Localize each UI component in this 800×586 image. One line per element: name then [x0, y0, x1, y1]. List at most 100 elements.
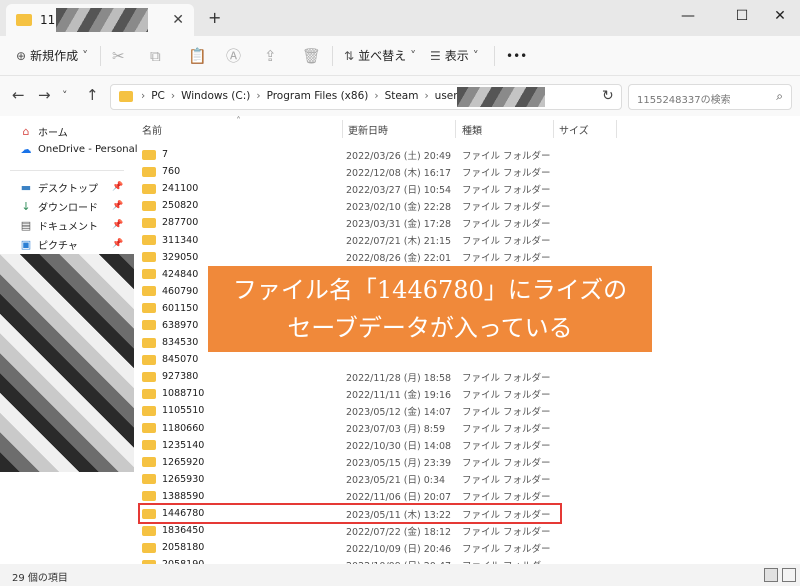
tab-close-icon[interactable]: ✕ — [172, 12, 184, 28]
table-row[interactable]: 1105510 2023/05/12 (金) 14:07 ファイル フォルダー — [140, 402, 560, 419]
pin-icon[interactable]: 📌 — [112, 201, 123, 211]
table-row[interactable]: 287700 2023/03/31 (金) 17:28 ファイル フォルダー — [140, 214, 560, 231]
chevron-right-icon: › — [374, 90, 379, 102]
file-type: ファイル フォルダー — [462, 201, 551, 213]
breadcrumb-item[interactable]: PC — [151, 90, 165, 102]
title-bar: 115 ✕ + — ☐ ✕ — [0, 0, 800, 36]
forward-icon[interactable]: → — [38, 86, 51, 104]
search-input[interactable]: 1155248337の検索 ⌕ — [628, 84, 792, 110]
maximize-button[interactable]: ☐ — [722, 4, 762, 28]
sidebar-item-pictures[interactable]: ▣ ピクチャ 📌 — [20, 235, 123, 253]
table-row[interactable]: 1265920 2023/05/15 (月) 23:39 ファイル フォルダー — [140, 454, 560, 471]
search-icon: ⌕ — [776, 89, 783, 103]
file-type: ファイル フォルダー — [462, 236, 551, 248]
back-icon[interactable]: ← — [12, 86, 25, 104]
file-date: 2022/07/21 (木) 21:15 — [346, 236, 452, 248]
new-button-label: 新規作成 — [30, 49, 79, 63]
file-date: 2023/05/12 (金) 14:07 — [346, 406, 452, 418]
sort-icon: ⇅ — [344, 49, 355, 63]
table-row[interactable]: 1235140 2022/10/30 (日) 14:08 ファイル フォルダー — [140, 437, 560, 454]
table-row[interactable]: 1088710 2022/11/11 (金) 19:16 ファイル フォルダー — [140, 385, 560, 402]
table-row[interactable]: 241100 2022/03/27 (日) 10:54 ファイル フォルダー — [140, 180, 560, 197]
table-row[interactable]: 927380 2022/11/28 (月) 18:58 ファイル フォルダー — [140, 368, 560, 385]
recent-locations-icon[interactable]: ˅ — [62, 89, 68, 102]
table-row[interactable]: 1180660 2023/07/03 (月) 8:59 ファイル フォルダー — [140, 420, 560, 437]
file-name: 7 — [162, 149, 169, 161]
view-icon: ☰ — [430, 49, 441, 63]
search-placeholder: 1155248337の検索 — [637, 95, 731, 106]
file-name: 1836450 — [162, 525, 205, 537]
table-row[interactable]: 1265930 2023/05/21 (日) 0:34 ファイル フォルダー — [140, 471, 560, 488]
refresh-icon[interactable]: ↻ — [602, 88, 614, 104]
folder-icon — [142, 542, 156, 553]
sidebar-item-downloads[interactable]: ↓ ダウンロード 📌 — [20, 197, 123, 215]
file-date: 2023/05/21 (日) 0:34 — [346, 475, 446, 487]
column-header-date[interactable]: 更新日時 — [348, 122, 388, 137]
sidebar-item-label: ホーム — [38, 127, 68, 139]
new-button[interactable]: ⊕ 新規作成 ˅ — [16, 44, 92, 68]
pin-icon[interactable]: 📌 — [112, 220, 123, 230]
tab-current[interactable]: 115 ✕ — [6, 4, 194, 36]
column-divider[interactable] — [455, 120, 456, 138]
sort-button[interactable]: ⇅ 並べ替え ˅ — [344, 44, 420, 68]
pin-icon[interactable]: 📌 — [112, 182, 123, 192]
desktop-icon: ▬ — [20, 180, 32, 194]
paste-icon[interactable]: 📋 — [188, 44, 207, 68]
table-row[interactable]: 7 2022/03/26 (土) 20:49 ファイル フォルダー — [140, 146, 560, 163]
more-options-button[interactable]: ••• — [506, 44, 527, 68]
rename-icon[interactable]: Ⓐ — [226, 44, 241, 68]
chevron-right-icon: › — [170, 90, 176, 102]
sidebar-item-home[interactable]: ⌂ ホーム — [20, 122, 68, 140]
chevron-down-icon: ˅ — [410, 49, 417, 63]
up-icon[interactable]: ↑ — [86, 86, 99, 104]
folder-icon — [142, 303, 156, 314]
table-row[interactable]: 1388590 2022/11/06 (日) 20:07 ファイル フォルダー — [140, 488, 560, 505]
column-divider[interactable] — [553, 120, 554, 138]
breadcrumb-item[interactable]: Windows (C:) — [181, 90, 250, 102]
chevron-right-icon: › — [141, 90, 146, 102]
copy-icon[interactable]: ⧉ — [150, 44, 161, 68]
share-icon[interactable]: ⇪ — [264, 44, 277, 68]
table-row[interactable]: 760 2022/12/08 (木) 16:17 ファイル フォルダー — [140, 163, 560, 180]
breadcrumb-item[interactable]: Steam — [385, 90, 419, 102]
sidebar-item-desktop[interactable]: ▬ デスクトップ 📌 — [20, 178, 123, 196]
column-divider[interactable] — [616, 120, 617, 138]
sidebar-item-label: ピクチャ — [38, 240, 78, 252]
address-bar[interactable]: › PC › Windows (C:) › Program Files (x86… — [110, 84, 689, 110]
column-header-type[interactable]: 種類 — [462, 122, 482, 137]
folder-icon — [142, 491, 156, 502]
table-row[interactable]: 311340 2022/07/21 (木) 21:15 ファイル フォルダー — [140, 231, 560, 248]
close-window-button[interactable]: ✕ — [760, 4, 800, 28]
table-row[interactable]: 1836450 2022/07/22 (金) 18:12 ファイル フォルダー — [140, 522, 560, 539]
table-row[interactable]: 329050 2022/08/26 (金) 22:01 ファイル フォルダー — [140, 249, 560, 266]
sidebar-item-onedrive[interactable]: ☁ OneDrive - Personal — [20, 140, 138, 158]
folder-icon — [142, 166, 156, 177]
column-header-name[interactable]: 名前 — [142, 122, 162, 137]
column-header-size[interactable]: サイズ — [559, 122, 589, 137]
column-divider[interactable] — [342, 120, 343, 138]
annotation-callout: ファイル名「1446780」にライズの セーブデータが入っている — [208, 266, 652, 352]
pin-icon[interactable]: 📌 — [112, 239, 123, 249]
table-row[interactable]: 250820 2023/02/10 (金) 22:28 ファイル フォルダー — [140, 197, 560, 214]
folder-icon — [142, 423, 156, 434]
table-row[interactable]: 2058180 2022/10/09 (日) 20:46 ファイル フォルダー — [140, 539, 560, 556]
download-icon: ↓ — [21, 199, 31, 213]
file-date: 2023/05/15 (月) 23:39 — [346, 458, 452, 470]
view-button[interactable]: ☰ 表示 ˅ — [430, 44, 483, 68]
minimize-button[interactable]: — — [668, 4, 708, 28]
file-date: 2022/12/08 (木) 16:17 — [346, 167, 452, 179]
table-row-highlighted[interactable]: 1446780 2023/05/11 (木) 13:22 ファイル フォルダー — [138, 502, 562, 525]
item-count: 29 個の項目 — [12, 573, 68, 584]
table-row[interactable]: 845070 — [140, 351, 560, 368]
file-name: 311340 — [162, 234, 199, 246]
delete-icon[interactable]: 🗑 — [302, 44, 321, 68]
file-date: 2023/03/31 (金) 17:28 — [346, 218, 452, 230]
breadcrumb-item[interactable]: Program Files (x86) — [267, 90, 369, 102]
new-tab-button[interactable]: + — [208, 8, 221, 27]
details-view-icon[interactable] — [764, 568, 778, 582]
cut-icon[interactable]: ✂ — [112, 44, 125, 68]
sidebar-item-documents[interactable]: ▤ ドキュメント 📌 — [20, 216, 123, 234]
file-type: ファイル フォルダー — [462, 150, 551, 162]
tiles-view-icon[interactable] — [782, 568, 796, 582]
redaction-block — [0, 254, 134, 472]
